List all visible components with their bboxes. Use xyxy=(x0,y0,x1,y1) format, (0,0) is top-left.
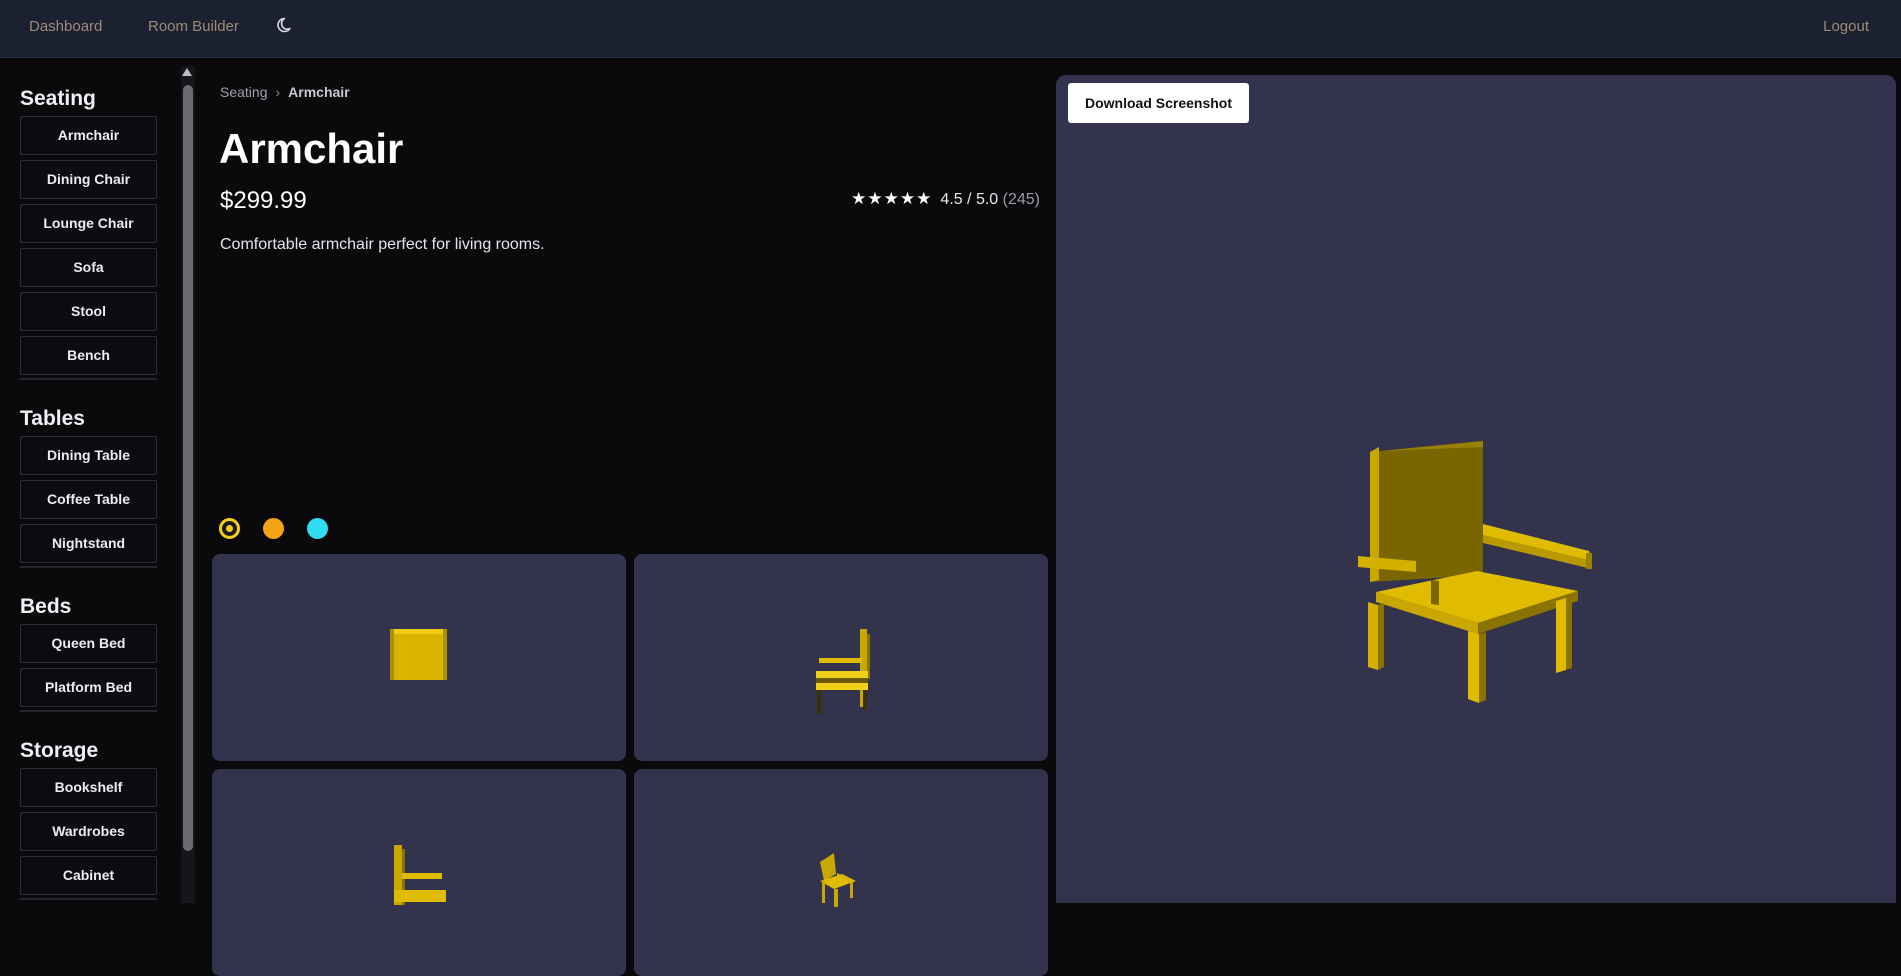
product-title: Armchair xyxy=(219,125,404,172)
category-title: Tables xyxy=(20,407,85,430)
category-divider xyxy=(20,566,157,568)
rating-count: (245) xyxy=(1002,191,1040,208)
sidebar-item-queen-bed[interactable]: Queen Bed xyxy=(20,624,157,663)
view-thumbnail-side[interactable] xyxy=(634,554,1048,761)
scroll-up-arrow-icon[interactable] xyxy=(182,68,192,76)
nav-dashboard-link[interactable]: Dashboard xyxy=(29,18,102,35)
sidebar-item-bookshelf[interactable]: Bookshelf xyxy=(20,768,157,807)
sidebar-item-stool[interactable]: Stool xyxy=(20,292,157,331)
breadcrumb: Seating › Armchair xyxy=(220,84,350,100)
category-divider xyxy=(20,710,157,712)
moon-icon[interactable] xyxy=(276,15,296,35)
product-price: $299.99 xyxy=(220,187,307,214)
category-title: Beds xyxy=(20,595,72,618)
chair-angle-view-image xyxy=(820,853,856,907)
chair-front-view-image xyxy=(390,629,447,680)
top-navbar: Dashboard Room Builder Logout xyxy=(0,0,1901,58)
sidebar-item-bench[interactable]: Bench xyxy=(20,336,157,375)
chevron-right-icon: › xyxy=(275,84,281,100)
sidebar-item-coffee-table[interactable]: Coffee Table xyxy=(20,480,157,519)
sidebar-item-dining-chair[interactable]: Dining Chair xyxy=(20,160,157,199)
chair-side-view-image xyxy=(816,629,870,714)
rating-stars-icon: ★★★★★ xyxy=(851,189,933,208)
color-swatch-cyan[interactable] xyxy=(307,518,328,539)
category-sidebar: Seating Armchair Dining Chair Lounge Chair S… xyxy=(0,62,178,903)
sidebar-item-platform-bed[interactable]: Platform Bed xyxy=(20,668,157,707)
3d-model-viewer[interactable]: Download Screenshot xyxy=(1056,75,1896,903)
view-thumbnail-angle[interactable] xyxy=(634,769,1048,976)
logout-link[interactable]: Logout xyxy=(1823,18,1869,35)
color-swatch-orange[interactable] xyxy=(263,518,284,539)
breadcrumb-parent[interactable]: Seating xyxy=(220,84,267,100)
view-thumbnail-front[interactable] xyxy=(212,554,626,761)
armchair-3d-model xyxy=(1358,441,1592,703)
sidebar-item-nightstand[interactable]: Nightstand xyxy=(20,524,157,563)
sidebar-item-armchair[interactable]: Armchair xyxy=(20,116,157,155)
rating-text: 4.5 / 5.0 xyxy=(940,191,999,208)
product-description: Comfortable armchair perfect for living … xyxy=(220,236,545,253)
product-rating: ★★★★★ 4.5 / 5.0 (245) xyxy=(851,189,1040,209)
category-divider xyxy=(20,898,157,900)
color-swatch-yellow[interactable] xyxy=(219,518,240,539)
category-title: Storage xyxy=(20,739,99,762)
sidebar-item-wardrobes[interactable]: Wardrobes xyxy=(20,812,157,851)
view-thumbnail-back[interactable] xyxy=(212,769,626,976)
sidebar-item-sofa[interactable]: Sofa xyxy=(20,248,157,287)
sidebar-item-dining-table[interactable]: Dining Table xyxy=(20,436,157,475)
chair-back-view-image xyxy=(394,845,446,905)
nav-room-builder-link[interactable]: Room Builder xyxy=(148,18,239,35)
category-title: Seating xyxy=(20,87,96,110)
category-divider xyxy=(20,378,157,380)
sidebar-item-lounge-chair[interactable]: Lounge Chair xyxy=(20,204,157,243)
sidebar-scroll-thumb[interactable] xyxy=(183,85,193,851)
breadcrumb-current: Armchair xyxy=(288,84,350,100)
sidebar-item-cabinet[interactable]: Cabinet xyxy=(20,856,157,895)
